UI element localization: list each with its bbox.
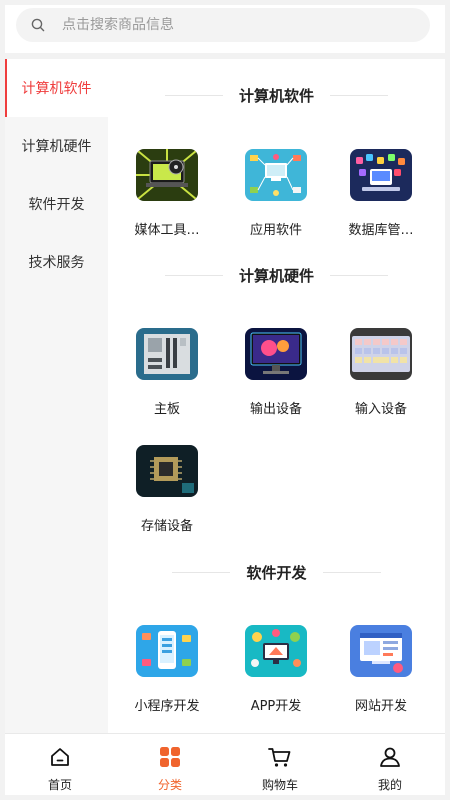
tab-cart[interactable]: 购物车: [225, 734, 335, 795]
tab-home[interactable]: 首页: [5, 734, 115, 795]
item-label: 输入设备: [354, 402, 407, 417]
category-item-motherboard[interactable]: 主板: [114, 328, 220, 417]
section-title-text: 软件开发: [246, 563, 307, 582]
title-divider: [164, 274, 223, 276]
item-label: 媒体工具…: [134, 223, 200, 238]
search-bar[interactable]: [16, 8, 430, 42]
category-item-input-devices[interactable]: 输入设备: [328, 328, 434, 417]
item-label: 输出设备: [249, 402, 302, 417]
monitor-icon: [245, 328, 307, 380]
app-dev-icon: [245, 625, 307, 677]
tab-profile[interactable]: 我的: [335, 734, 445, 795]
category-item-media-tools[interactable]: 媒体工具…: [114, 149, 220, 238]
tab-label: 分类: [157, 778, 182, 792]
search-icon: [30, 17, 46, 33]
keyboard-icon: [350, 328, 412, 380]
section-title: 计算机软件: [108, 85, 445, 105]
database-icon: [350, 149, 412, 201]
item-label: 数据库管…: [348, 223, 414, 238]
category-item-storage-devices[interactable]: 存储设备: [114, 445, 220, 534]
bottom-tab-bar: 首页 分类 购物车 我的: [5, 733, 445, 795]
section-title: 计算机硬件: [108, 265, 445, 285]
category-item-database[interactable]: 数据库管…: [328, 149, 434, 238]
item-label: 主板: [153, 402, 180, 417]
search-input[interactable]: [62, 17, 382, 33]
mini-program-icon: [136, 625, 198, 677]
chip-icon: [136, 445, 198, 497]
app-frame: 计算机软件 计算机硬件 软件开发 技术服务 计算机软件: [5, 5, 445, 795]
section-title: 软件开发: [108, 562, 445, 582]
category-icon: [157, 744, 183, 770]
website-dev-icon: [350, 625, 412, 677]
home-icon: [47, 744, 73, 770]
app-software-icon: [245, 149, 307, 201]
sidebar-item-computer-software[interactable]: 计算机软件: [5, 59, 108, 117]
item-label: 小程序开发: [134, 699, 200, 714]
section-title-text: 计算机硬件: [238, 266, 314, 285]
media-tools-icon: [136, 149, 198, 201]
title-divider: [330, 274, 388, 276]
tab-label: 我的: [377, 778, 402, 792]
sidebar-item-tech-service[interactable]: 技术服务: [5, 233, 108, 291]
category-item-app-software[interactable]: 应用软件: [223, 149, 329, 238]
title-divider: [322, 571, 381, 573]
category-item-mini-program[interactable]: 小程序开发: [114, 625, 220, 714]
profile-icon: [377, 744, 403, 770]
title-divider: [172, 571, 231, 573]
item-label: 存储设备: [140, 519, 193, 534]
section-title-text: 计算机软件: [238, 86, 314, 105]
motherboard-icon: [136, 328, 198, 380]
category-item-website-dev[interactable]: 网站开发: [328, 625, 434, 714]
tab-label: 购物车: [261, 778, 298, 792]
tab-category[interactable]: 分类: [115, 734, 225, 795]
sidebar-item-computer-hardware[interactable]: 计算机硬件: [5, 117, 108, 175]
item-label: 应用软件: [249, 223, 302, 238]
sidebar-item-software-dev[interactable]: 软件开发: [5, 175, 108, 233]
tab-label: 首页: [47, 778, 72, 792]
item-label: APP开发: [250, 699, 302, 714]
category-item-output-devices[interactable]: 输出设备: [223, 328, 329, 417]
title-divider: [164, 94, 223, 96]
title-divider: [330, 94, 388, 96]
category-item-app-dev[interactable]: APP开发: [223, 625, 329, 714]
category-sidebar: 计算机软件 计算机硬件 软件开发 技术服务: [5, 59, 108, 733]
item-label: 网站开发: [354, 699, 407, 714]
cart-icon: [267, 744, 293, 770]
category-content: 计算机软件 媒体工具… 应用软件 数据库管… 计算机硬件 主板 输出设备 输入设…: [108, 59, 445, 733]
